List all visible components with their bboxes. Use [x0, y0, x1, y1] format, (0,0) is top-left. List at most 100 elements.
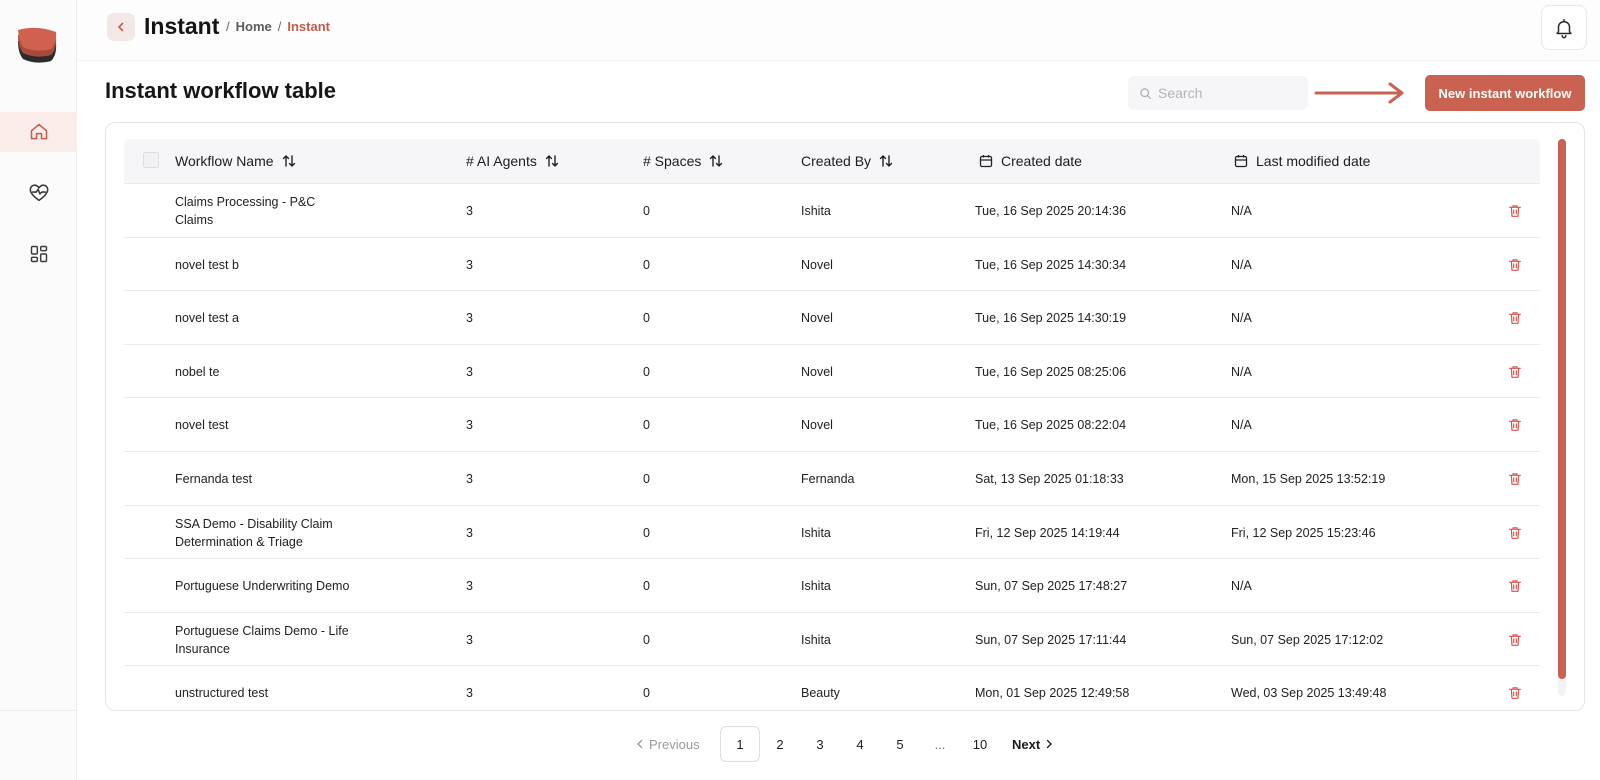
breadcrumb-separator: /	[277, 19, 282, 34]
last-modified-cell: Fri, 12 Sep 2025 15:23:46	[1231, 525, 1376, 540]
ai-agents-cell: 3	[466, 257, 473, 272]
last-modified-cell: N/A	[1231, 204, 1252, 218]
delete-button[interactable]	[1507, 685, 1523, 701]
trash-icon	[1509, 205, 1521, 217]
delete-button[interactable]	[1507, 525, 1523, 541]
notifications-button[interactable]	[1541, 5, 1587, 50]
table-row[interactable]: novel test a 3 0 Novel Tue, 16 Sep 2025 14:3…	[124, 290, 1540, 345]
column-label: Created date	[1001, 153, 1082, 169]
created-date-cell: Sat, 13 Sep 2025 01:18:33	[975, 472, 1124, 486]
trash-icon	[1509, 419, 1521, 432]
workflow-name-cell: unstructured test	[175, 686, 269, 701]
last-modified-cell: N/A	[1231, 418, 1252, 433]
trash-icon	[1509, 258, 1521, 271]
column-label: Last modified date	[1256, 153, 1371, 169]
delete-button[interactable]	[1507, 632, 1523, 648]
table-row[interactable]: novel test b 3 0 Novel Tue, 16 Sep 2025 14:3…	[124, 236, 1540, 292]
delete-button[interactable]	[1507, 364, 1523, 380]
created-date-cell: Sun, 07 Sep 2025 17:48:27	[975, 579, 1128, 594]
column-label: # Spaces	[643, 153, 702, 169]
column-label: Created By	[801, 153, 872, 169]
table-row[interactable]: unstructured test 3 0 Beauty Mon, 01 Sep 202…	[124, 665, 1540, 710]
spaces-cell: 0	[643, 204, 650, 218]
breadcrumb-home[interactable]: Home	[236, 19, 272, 34]
table-row[interactable]: novel test 3 0 Novel Tue, 16 Sep 2025 08:22:…	[124, 397, 1540, 452]
table-row[interactable]: Claims Processing - P&C Claims 3 0 Ishita Tu…	[124, 183, 1540, 238]
trash-icon	[1509, 580, 1521, 593]
spaces-cell: 0	[643, 418, 650, 433]
column-created-by[interactable]: Created By	[801, 139, 893, 183]
spaces-cell: 0	[643, 311, 650, 326]
column-last-modified-date[interactable]: Last modified date	[1234, 139, 1370, 183]
page-button-5[interactable]: 5	[880, 726, 920, 762]
table-row[interactable]: SSA Demo - Disability Claim Determinatio…	[124, 504, 1540, 560]
chevron-right-icon	[1046, 739, 1053, 749]
page-button-10[interactable]: 10	[960, 726, 1000, 762]
page-button-1[interactable]: 1	[720, 726, 760, 762]
ai-agents-cell: 3	[466, 311, 473, 326]
delete-button[interactable]	[1507, 578, 1523, 594]
table-row[interactable]: Fernanda test 3 0 Fernanda Sat, 13 Sep 2025 …	[124, 451, 1540, 506]
column-workflow-name[interactable]: Workflow Name	[175, 139, 296, 183]
ai-agents-cell: 3	[466, 204, 473, 218]
grid-icon	[30, 245, 47, 263]
created-date-cell: Fri, 12 Sep 2025 14:19:44	[975, 525, 1120, 540]
table-row[interactable]: Portuguese Claims Demo - Life Insurance 3…	[124, 611, 1540, 667]
column-label: # AI Agents	[466, 153, 537, 169]
created-by-cell: Ishita	[801, 579, 831, 594]
trash-icon	[1509, 633, 1521, 646]
created-by-cell: Ishita	[801, 525, 831, 540]
column-spaces[interactable]: # Spaces	[643, 139, 723, 183]
select-all-checkbox[interactable]	[143, 152, 159, 168]
workflow-table: Workflow Name # AI Agents # Spaces Creat…	[105, 122, 1585, 711]
sort-icon	[545, 155, 559, 167]
search-box[interactable]	[1128, 76, 1308, 110]
logo-icon[interactable]	[15, 25, 59, 69]
new-instant-workflow-button[interactable]: New instant workflow	[1425, 75, 1585, 111]
ai-agents-cell: 3	[466, 418, 473, 433]
next-page-button[interactable]: Next	[1012, 737, 1053, 752]
created-date-cell: Tue, 16 Sep 2025 14:30:19	[975, 311, 1127, 326]
previous-page-button[interactable]: Previous	[636, 737, 720, 752]
table-row[interactable]: nobel te 3 0 Novel Tue, 16 Sep 2025 08:25:06…	[124, 343, 1540, 399]
created-by-cell: Novel	[801, 364, 833, 379]
scrollbar-thumb[interactable]	[1558, 139, 1566, 679]
back-button[interactable]	[107, 13, 135, 41]
page-button-4[interactable]: 4	[840, 726, 880, 762]
created-by-cell: Ishita	[801, 632, 831, 647]
sidebar-item-health[interactable]	[0, 173, 77, 213]
workflow-name-cell: nobel te	[175, 364, 220, 379]
last-modified-cell: N/A	[1231, 579, 1252, 594]
spaces-cell: 0	[643, 364, 650, 379]
search-input[interactable]	[1158, 85, 1298, 101]
sidebar-item-apps[interactable]	[0, 234, 77, 274]
last-modified-cell: N/A	[1231, 257, 1252, 272]
column-created-date[interactable]: Created date	[979, 139, 1082, 183]
trash-icon	[1509, 526, 1521, 539]
next-label: Next	[1012, 736, 1041, 752]
last-modified-cell: N/A	[1231, 364, 1252, 379]
table-scrollbar[interactable]	[1558, 139, 1566, 696]
created-by-cell: Novel	[801, 257, 833, 272]
home-icon	[30, 123, 47, 140]
delete-button[interactable]	[1507, 417, 1523, 433]
sidebar-item-home[interactable]	[0, 112, 77, 152]
table-header: Workflow Name # AI Agents # Spaces Creat…	[124, 139, 1540, 183]
table-row[interactable]: Portuguese Underwriting Demo 3 0 Ishita Sun,…	[124, 558, 1540, 613]
delete-button[interactable]	[1507, 471, 1523, 487]
column-ai-agents[interactable]: # AI Agents	[466, 139, 559, 183]
bell-icon	[1556, 18, 1572, 38]
delete-button[interactable]	[1507, 310, 1523, 326]
table-title: Instant workflow table	[105, 78, 337, 103]
sort-icon	[710, 155, 723, 167]
delete-button[interactable]	[1507, 257, 1523, 273]
created-by-cell: Novel	[801, 418, 833, 433]
delete-button[interactable]	[1507, 203, 1523, 219]
page-button-3[interactable]: 3	[800, 726, 840, 762]
search-icon	[1140, 87, 1151, 99]
spaces-cell: 0	[643, 257, 650, 272]
last-modified-cell: Sun, 07 Sep 2025 17:12:02	[1231, 632, 1384, 647]
page-button-2[interactable]: 2	[760, 726, 800, 762]
created-date-cell: Tue, 16 Sep 2025 08:22:04	[975, 418, 1127, 433]
created-by-cell: Beauty	[801, 686, 840, 701]
